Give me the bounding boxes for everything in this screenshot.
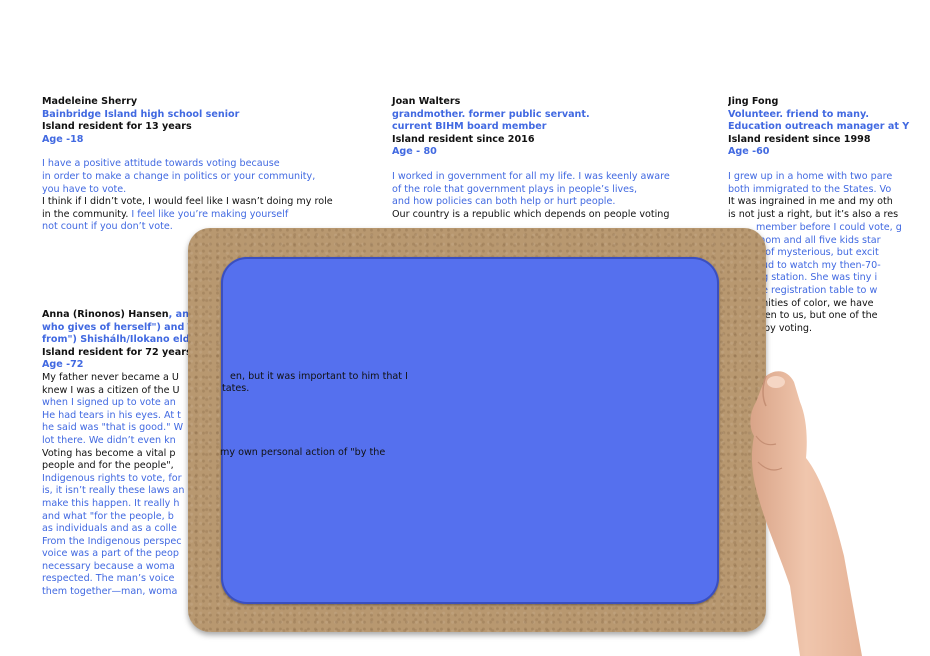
overlay-text-line: en, but it was important to him that I (230, 371, 408, 382)
quote-line: It was ingrained in me and my oth (728, 196, 893, 208)
profile-role: who gives of herself") and Tl (42, 321, 192, 333)
profile-age: Age -72 (42, 359, 84, 371)
quote-line: I have a positive attitude towards votin… (42, 158, 280, 170)
profile-name: Jing Fong (728, 96, 779, 107)
quote-line: people and for the people", (42, 460, 174, 472)
quote-line: he said was "that is good." W (42, 422, 184, 434)
quote-line: of the role that government plays in peo… (392, 183, 638, 195)
quote-line: member before I could vote, g (756, 222, 902, 233)
quote-line: he registration table to w (756, 284, 878, 296)
profile-role: grandmother. former public servant. (392, 108, 590, 120)
quote-line: necessary because a woma (42, 560, 175, 572)
profile-age: Age - 80 (392, 146, 437, 158)
profile-age: Age -60 (728, 146, 770, 158)
quote-line: in order to make a change in politics or… (42, 170, 316, 182)
profile-name: Anna (Rinonos) Hansen (42, 309, 169, 320)
quote-line: mom and all five kids star (756, 234, 881, 246)
profile-jing-continued: member before I could vote, g mom and al… (756, 222, 930, 335)
profile-residence: Island resident for 72 years (42, 346, 192, 358)
profile-age: Age -18 (42, 133, 84, 145)
profile-role: Education outreach manager at Y (728, 121, 910, 133)
profile-name: Madeleine Sherry (42, 96, 138, 107)
quote-line: lot there. We didn’t even kn (42, 434, 176, 446)
clipboard-board (188, 228, 766, 632)
profile-role: from") Shishálh/Ilokano elde (42, 334, 192, 346)
quote-line: both immigrated to the States. Vo (728, 183, 892, 195)
quote-line: Our country is a republic which depends … (392, 208, 670, 220)
quote-line: He had tears in his eyes. At t (42, 409, 181, 421)
overlay-text-line: my own personal action of "by the (220, 447, 386, 458)
profile-joan: Joan Walters grandmother. former public … (392, 96, 712, 221)
overlay-text-line: tates. (222, 383, 250, 394)
quote-line: when I signed up to vote an (42, 397, 176, 409)
quote-line: I worked in government for all my life. … (392, 170, 670, 182)
quote-line: I grew up in a home with two pare (728, 170, 893, 182)
quote-line: as individuals and as a colle (42, 523, 177, 535)
quote-line: My father never became a U (42, 371, 179, 383)
quote-line: unities of color, we have (756, 297, 874, 309)
profile-role: current BIHM board member (392, 121, 547, 133)
quote-line: From the Indigenous perspec (42, 535, 182, 547)
profile-residence: Island resident since 2016 (392, 133, 535, 145)
quote-line: voice was a part of the peop (42, 548, 179, 560)
quote-line: d of mysterious, but excit (756, 247, 879, 259)
profile-residence: Island resident since 1998 (728, 133, 871, 145)
profile-jing: Jing Fong Volunteer. friend to many. Edu… (728, 96, 930, 221)
quote-line: Voting has become a vital p (42, 447, 176, 459)
profile-residence: Island resident for 13 years (42, 121, 192, 133)
quote-line: knew I was a citizen of the U (42, 384, 180, 396)
quote-line: I think if I didn’t vote, I would feel l… (42, 196, 333, 208)
profile-role: Volunteer. friend to many. (728, 108, 869, 120)
quote-line: respected. The man’s voice (42, 573, 175, 585)
quote-line: and how policies can both help or hurt p… (392, 196, 616, 208)
profile-name-line: Anna (Rinonos) Hansen, anc (42, 309, 192, 320)
profile-anna: Anna (Rinonos) Hansen, anc who gives of … (42, 309, 192, 599)
quote-line: and what "for the people, b (42, 510, 174, 522)
quote-line: is not just a right, but it’s also a res (728, 208, 899, 220)
blue-screen-panel (221, 257, 719, 604)
quote-line: sten to us, but one of the (756, 310, 878, 322)
quote-line: them together—man, woma (42, 586, 178, 598)
quote-line: oud to watch my then-70- (756, 259, 881, 271)
profile-name: Joan Walters (392, 96, 461, 107)
quote-line: Indigenous rights to vote, for (42, 472, 182, 484)
quote-line: ng station. She was tiny i (756, 272, 878, 284)
hand-illustration (750, 371, 862, 656)
quote-line: you have to vote. (42, 183, 127, 195)
profile-madeleine: Madeleine Sherry Bainbridge Island high … (42, 96, 362, 234)
quote-line: make this happen. It really h (42, 497, 180, 509)
profile-role: Bainbridge Island high school senior (42, 108, 240, 120)
quote-line: s by voting. (756, 322, 813, 334)
quote-line: in the community. I feel like you’re mak… (42, 208, 289, 220)
quote-line: is, it isn’t really these laws an (42, 485, 185, 497)
